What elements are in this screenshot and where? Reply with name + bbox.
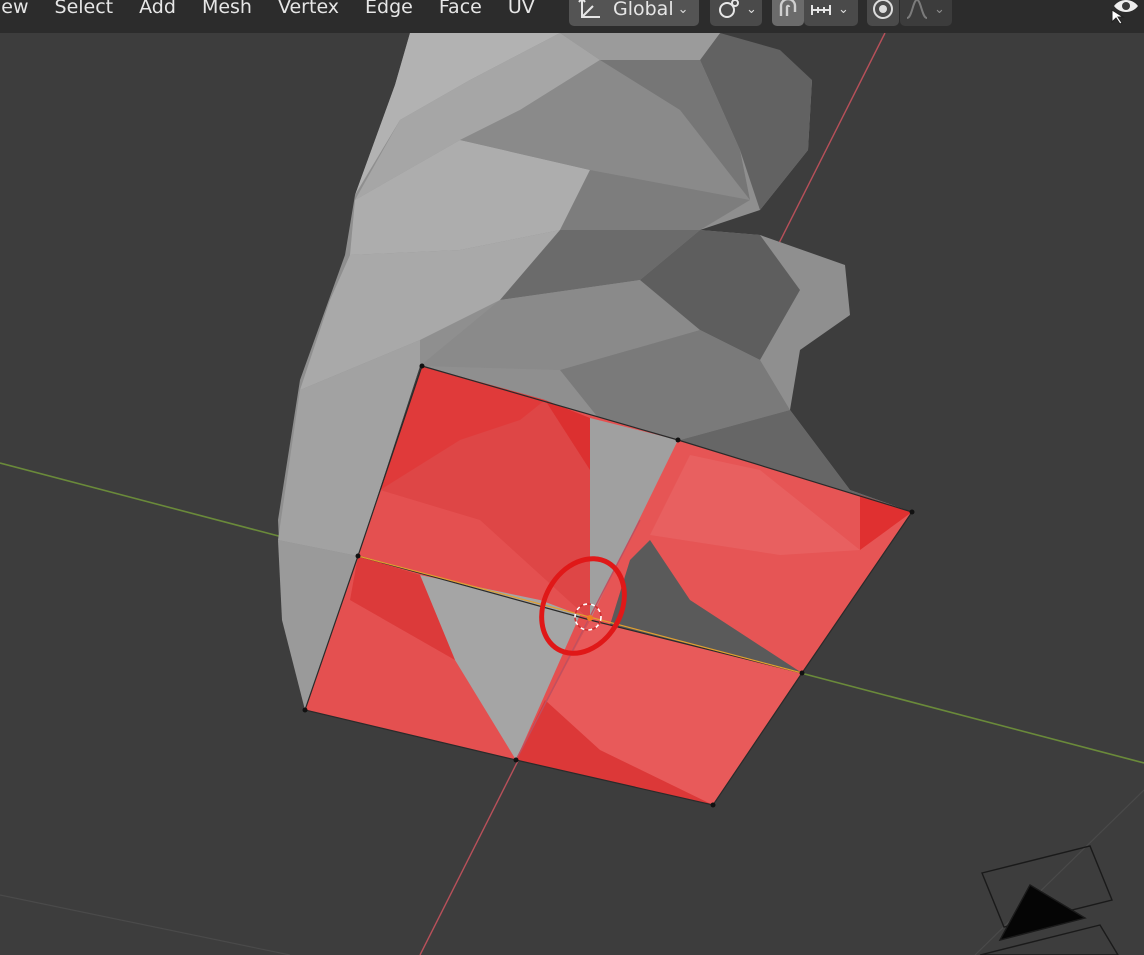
transform-orientation-label: Global — [613, 0, 674, 20]
menu-select[interactable]: Select — [42, 0, 127, 33]
menu-uv[interactable]: UV — [495, 0, 548, 33]
viewport-visibility-dropdown[interactable] — [1106, 0, 1144, 26]
3d-viewport[interactable] — [0, 0, 1144, 955]
chevron-down-icon: ⌄ — [934, 1, 945, 17]
snap-magnet-icon — [775, 0, 801, 22]
grid-lines — [0, 789, 1144, 955]
menu-add[interactable]: Add — [126, 0, 189, 33]
menu-mesh[interactable]: Mesh — [189, 0, 265, 33]
menu-face[interactable]: Face — [426, 0, 495, 33]
chevron-down-icon: ⌄ — [838, 1, 849, 17]
proportional-editing-icon — [871, 0, 895, 21]
camera-object[interactable] — [979, 845, 1119, 955]
menu-edge[interactable]: Edge — [352, 0, 426, 33]
chevron-down-icon: ⌄ — [677, 1, 689, 17]
viewport-header: iew Select Add Mesh Vertex Edge Face UV … — [0, 0, 1144, 33]
snap-target-dropdown[interactable]: ⌄ — [804, 0, 858, 26]
falloff-curve-icon — [904, 0, 930, 22]
snap-toggle[interactable] — [772, 0, 804, 26]
transform-orientation-icon — [577, 0, 603, 22]
header-menu: iew Select Add Mesh Vertex Edge Face UV — [0, 0, 548, 33]
pivot-point-dropdown[interactable]: ⌄ — [710, 0, 762, 26]
proportional-falloff-dropdown[interactable]: ⌄ — [900, 0, 952, 26]
pivot-point-icon — [716, 0, 742, 22]
chevron-down-icon: ⌄ — [746, 1, 757, 17]
transform-orientation-dropdown[interactable]: Global ⌄ — [569, 0, 699, 26]
viewport-visibility-icon — [1108, 0, 1142, 24]
menu-view[interactable]: iew — [0, 0, 42, 33]
menu-vertex[interactable]: Vertex — [265, 0, 352, 33]
snap-increment-icon — [808, 0, 834, 22]
proportional-editing-toggle[interactable] — [867, 0, 899, 26]
